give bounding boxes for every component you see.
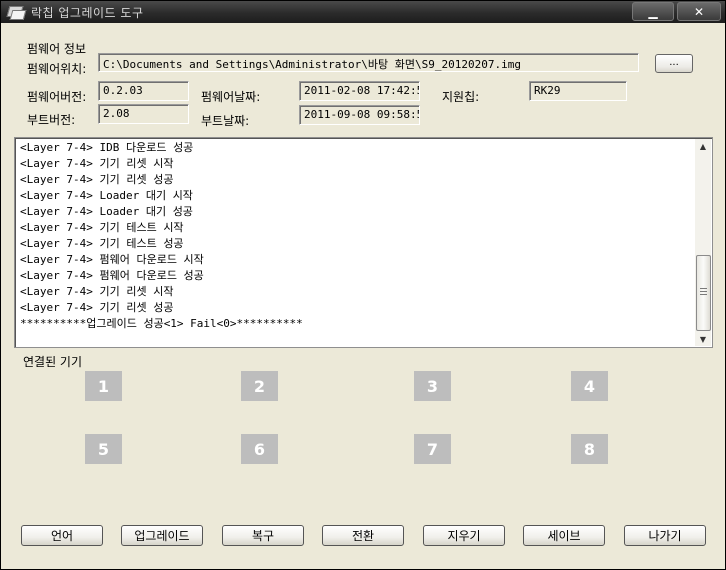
firmware-location-label: 펌웨어위치:: [27, 62, 87, 76]
boot-date-field: 2011-09-08 09:58:54: [299, 105, 420, 125]
boot-date-label: 부트날짜:: [201, 114, 250, 128]
log-line: <Layer 7-4> Loader 대기 시작: [20, 189, 193, 202]
log-line: <Layer 7-4> 기기 리셋 시작: [20, 157, 174, 170]
firmware-date-field: 2011-02-08 17:42:57: [299, 81, 420, 101]
upgrade-button[interactable]: 업그레이드: [121, 525, 203, 546]
firmware-date-label: 펌웨어날짜:: [201, 90, 261, 104]
boot-version-label: 부트버전:: [27, 113, 76, 127]
firmware-location-field[interactable]: C:\Documents and Settings\Administrator\…: [98, 53, 639, 72]
exit-button[interactable]: 나가기: [624, 525, 706, 546]
scroll-down-arrow-icon[interactable]: ▼: [695, 332, 711, 346]
log-line: <Layer 7-4> 기기 테스트 성공: [20, 237, 184, 250]
device-slot-5: 5: [85, 434, 122, 464]
restore-button[interactable]: 복구: [222, 525, 304, 546]
scroll-thumb[interactable]: [696, 255, 711, 331]
client-area: 펌웨어 정보 펌웨어위치: C:\Documents and Settings\…: [1, 23, 725, 569]
firmware-info-heading: 펌웨어 정보: [27, 42, 87, 56]
device-slot-2: 2: [241, 371, 278, 401]
scroll-up-arrow-icon[interactable]: ▲: [695, 139, 711, 153]
firmware-version-field: 0.2.03: [98, 81, 189, 101]
device-slot-8: 8: [571, 434, 608, 464]
device-slot-3: 3: [414, 371, 451, 401]
supported-chip-label: 지원칩:: [442, 90, 480, 104]
language-button[interactable]: 언어: [21, 525, 103, 546]
device-slot-7: 7: [414, 434, 451, 464]
title-bar[interactable]: 락칩 업그레이드 도구 ▁ ✕: [1, 1, 725, 23]
log-box[interactable]: <Layer 7-4> IDB 다운로드 성공 <Layer 7-4> 기기 리셋…: [14, 137, 713, 348]
boot-version-field: 2.08: [98, 104, 189, 124]
save-button[interactable]: 세이브: [523, 525, 605, 546]
log-line: **********업그레이드 성공<1> Fail<0>**********: [20, 317, 303, 330]
log-line: <Layer 7-4> 기기 리셋 시작: [20, 285, 174, 298]
log-line: <Layer 7-4> 기기 리셋 성공: [20, 301, 174, 314]
log-line: <Layer 7-4> Loader 대기 성공: [20, 205, 193, 218]
browse-button[interactable]: ...: [655, 54, 693, 73]
supported-chip-field: RK29: [529, 81, 627, 101]
log-line: <Layer 7-4> 펌웨어 다운로드 성공: [20, 269, 204, 282]
close-button[interactable]: ✕: [677, 2, 721, 21]
clear-button[interactable]: 지우기: [423, 525, 505, 546]
browse-button-label: ...: [669, 57, 679, 68]
connected-devices-label: 연결된 기기: [23, 355, 83, 369]
switch-button[interactable]: 전환: [322, 525, 404, 546]
minimize-icon: ▁: [648, 4, 658, 19]
log-line: <Layer 7-4> IDB 다운로드 성공: [20, 141, 194, 154]
firmware-version-label: 펌웨어버전:: [27, 90, 87, 104]
log-line: <Layer 7-4> 기기 테스트 시작: [20, 221, 184, 234]
minimize-button[interactable]: ▁: [632, 2, 674, 21]
device-slot-6: 6: [241, 434, 278, 464]
log-line: <Layer 7-4> 기기 리셋 성공: [20, 173, 174, 186]
window-title: 락칩 업그레이드 도구: [31, 5, 144, 20]
log-line: <Layer 7-4> 펌웨어 다운로드 시작: [20, 253, 204, 266]
device-slot-4: 4: [571, 371, 608, 401]
close-icon: ✕: [693, 4, 705, 19]
log-scrollbar[interactable]: ▲ ▼: [695, 139, 711, 346]
device-slot-1: 1: [85, 371, 122, 401]
app-icon: [6, 5, 27, 20]
main-window: 락칩 업그레이드 도구 ▁ ✕ 펌웨어 정보 펌웨어위치: C:\Documen…: [0, 0, 726, 570]
log-lines: <Layer 7-4> IDB 다운로드 성공 <Layer 7-4> 기기 리셋…: [20, 140, 692, 332]
